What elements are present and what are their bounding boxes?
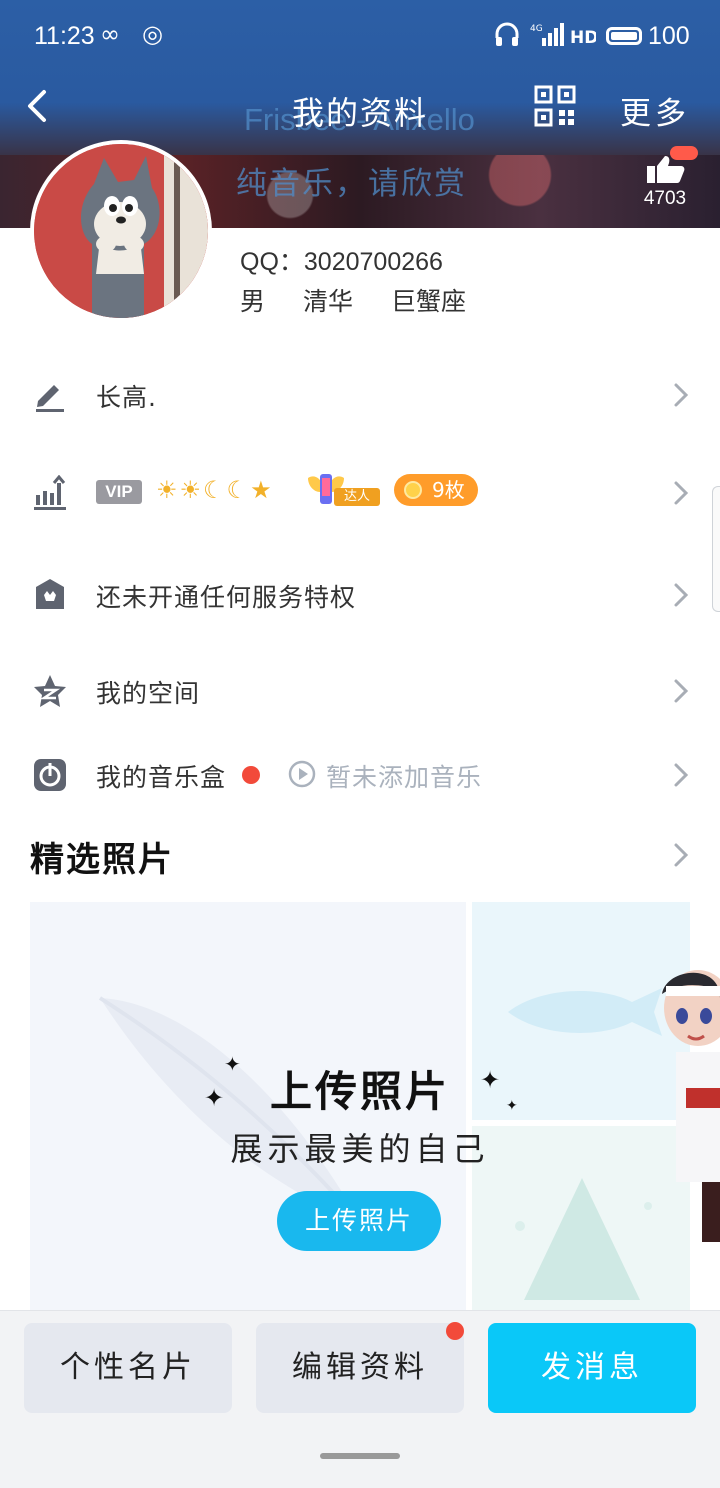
gender: 男	[240, 287, 266, 316]
send-message-button[interactable]: 发消息	[488, 1323, 696, 1413]
chevron-right-icon	[674, 679, 689, 703]
zodiac: 巨蟹座	[390, 287, 466, 316]
photos-section-title: 精选照片	[30, 840, 174, 880]
sun-icon: ☀	[179, 476, 204, 504]
avatar-image	[34, 144, 208, 318]
qq-number: QQ：3020700266	[240, 248, 443, 276]
netease-icon: ◎	[142, 20, 163, 48]
signature-text: 长高.	[96, 383, 157, 412]
sun-icon: ☀	[156, 476, 180, 504]
star-icon: ★	[250, 476, 274, 504]
pen-icon	[36, 385, 64, 412]
upload-photo-button[interactable]: 上传照片	[277, 1191, 441, 1251]
musicbox-text: 我的音乐盒	[96, 763, 227, 792]
level-icons: ☀☀☾☾★	[156, 476, 274, 504]
row-space[interactable]: 我的空间	[0, 656, 720, 726]
row-service[interactable]: 还未开通任何服务特权	[0, 560, 720, 630]
chevron-right-icon	[674, 763, 689, 787]
home-indicator[interactable]	[320, 1453, 400, 1459]
profile-card-button[interactable]: 个性名片	[24, 1323, 232, 1413]
upload-photo-title: 上传照片	[269, 1067, 450, 1116]
crown-shield-icon	[36, 579, 64, 609]
svg-text:HD: HD	[570, 28, 596, 46]
daren-badge[interactable]: 达人	[306, 470, 380, 510]
avatar[interactable]	[30, 140, 212, 322]
music-caption: 纯音乐，请欣赏	[236, 166, 467, 202]
chevron-right-icon	[674, 583, 689, 607]
like-button[interactable]: 4703	[630, 146, 700, 220]
row-level[interactable]: VIP ☀☀☾☾★ 达人 9枚	[0, 458, 720, 528]
side-scroll-handle[interactable]	[712, 486, 720, 612]
musicbox-new-dot	[242, 766, 260, 784]
chevron-right-icon	[674, 383, 689, 407]
chevron-right-icon	[674, 481, 689, 505]
signal-icon: 4G	[530, 23, 564, 46]
profile-info: 男 清华 巨蟹座	[240, 282, 496, 318]
3d-avatar-figure[interactable]	[656, 968, 720, 1288]
qr-code-icon[interactable]	[534, 85, 576, 127]
play-icon[interactable]	[288, 760, 316, 788]
vip-badge: VIP	[96, 480, 142, 504]
bottom-action-bar: 个性名片 编辑资料 发消息	[0, 1310, 720, 1488]
hd-icon: HD	[570, 28, 596, 46]
like-new-badge	[670, 146, 698, 160]
music-box-icon	[34, 759, 66, 791]
battery-level: 100	[648, 22, 690, 50]
infinity-icon: ∞	[100, 20, 120, 48]
medal-count: 9枚	[432, 478, 465, 502]
edit-profile-button[interactable]: 编辑资料	[256, 1323, 464, 1413]
qzone-star-icon	[34, 675, 66, 707]
page-title: 我的资料	[291, 94, 428, 132]
moon-icon: ☾	[226, 476, 251, 504]
battery-icon	[606, 27, 642, 45]
headphones-icon	[495, 22, 519, 46]
chevron-right-icon[interactable]	[672, 842, 690, 868]
more-button[interactable]: 更多	[620, 88, 690, 133]
space-text: 我的空间	[96, 679, 201, 708]
svg-text:4G: 4G	[530, 24, 543, 34]
school: 清华	[302, 287, 353, 316]
medal-badge[interactable]: 9枚	[394, 474, 478, 506]
edit-profile-new-dot	[446, 1322, 464, 1340]
level-chart-icon	[34, 475, 66, 510]
musicbox-hint: 暂未添加音乐	[326, 763, 483, 792]
like-count: 4703	[643, 188, 687, 209]
daren-tag: 达人	[334, 488, 380, 506]
status-bar: 11:23 ∞ ◎ 4G HD 100	[0, 0, 720, 72]
service-text: 还未开通任何服务特权	[96, 583, 357, 612]
row-musicbox[interactable]: 我的音乐盒 暂未添加音乐	[0, 740, 720, 810]
moon-icon: ☾	[203, 476, 227, 504]
cat-avatar-illustration	[34, 144, 208, 318]
medal-icon	[404, 481, 422, 499]
status-time: 11:23	[34, 22, 95, 50]
row-signature[interactable]: 长高.	[0, 360, 720, 430]
upload-photo-subtitle: 展示最美的自己	[230, 1130, 490, 1168]
